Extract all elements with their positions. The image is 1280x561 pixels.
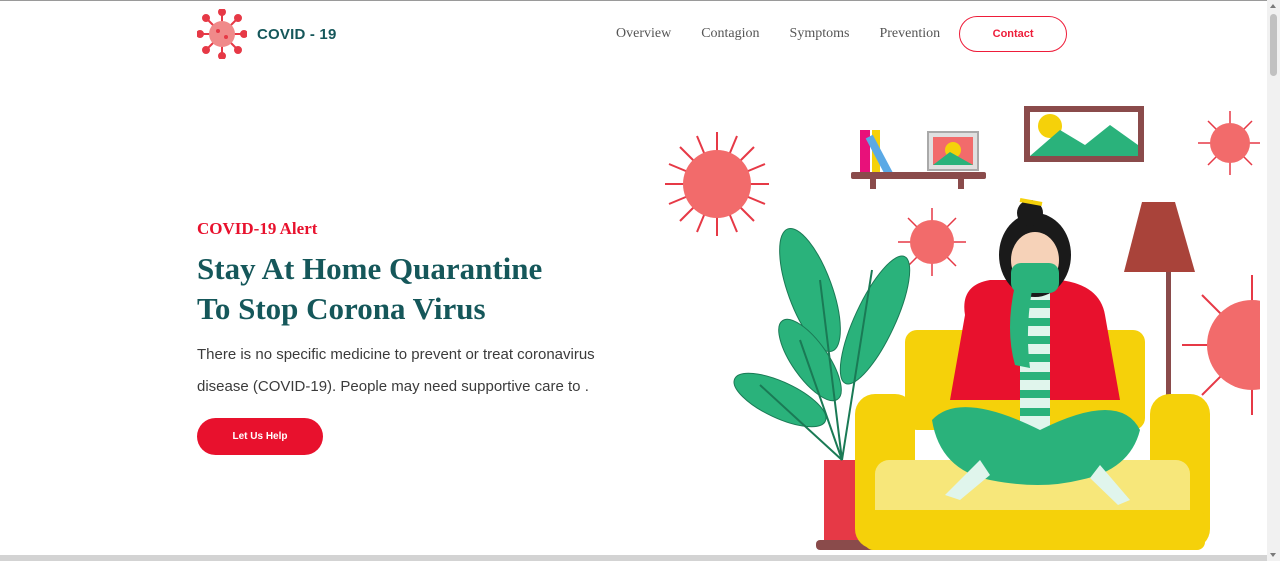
let-us-help-button[interactable]: Let Us Help bbox=[197, 418, 323, 455]
scroll-down-icon[interactable] bbox=[1270, 553, 1276, 557]
virus-icon bbox=[1198, 111, 1260, 175]
nav-item-overview[interactable]: Overview bbox=[616, 26, 671, 42]
nav-item-symptoms[interactable]: Symptoms bbox=[790, 26, 850, 42]
woman-in-mask-icon bbox=[932, 198, 1140, 505]
scroll-up-icon[interactable] bbox=[1270, 4, 1276, 8]
hero-headline-line1: Stay At Home Quarantine bbox=[197, 251, 543, 286]
window-top-border bbox=[0, 0, 1280, 1]
virus-icon bbox=[1182, 275, 1260, 415]
contact-button[interactable]: Contact bbox=[959, 16, 1068, 52]
vertical-scrollbar[interactable] bbox=[1267, 0, 1280, 561]
hero-description: There is no specific medicine to prevent… bbox=[197, 346, 595, 395]
virus-icon bbox=[665, 132, 769, 236]
hero-alert: COVID-19 Alert bbox=[197, 219, 318, 238]
hero-headline: Stay At Home Quarantine To Stop Corona V… bbox=[197, 249, 647, 329]
picture-frame-icon bbox=[1024, 106, 1144, 162]
main-nav: Overview Contagion Symptoms Prevention C… bbox=[601, 16, 1068, 52]
brand-name: COVID - 19 bbox=[257, 25, 337, 43]
brand-logo[interactable]: COVID - 19 bbox=[197, 9, 337, 59]
shelf-icon bbox=[851, 130, 986, 189]
quarantine-illustration bbox=[665, 106, 1260, 550]
horizontal-scrollbar[interactable] bbox=[0, 555, 1267, 561]
hero-section: COVID-19 Alert Stay At Home Quarantine T… bbox=[197, 219, 647, 455]
nav-item-contagion[interactable]: Contagion bbox=[701, 26, 759, 42]
nav-item-prevention[interactable]: Prevention bbox=[879, 26, 940, 42]
scroll-thumb[interactable] bbox=[1270, 14, 1277, 76]
virus-icon bbox=[197, 9, 247, 59]
hero-headline-line2: To Stop Corona Virus bbox=[197, 291, 486, 326]
